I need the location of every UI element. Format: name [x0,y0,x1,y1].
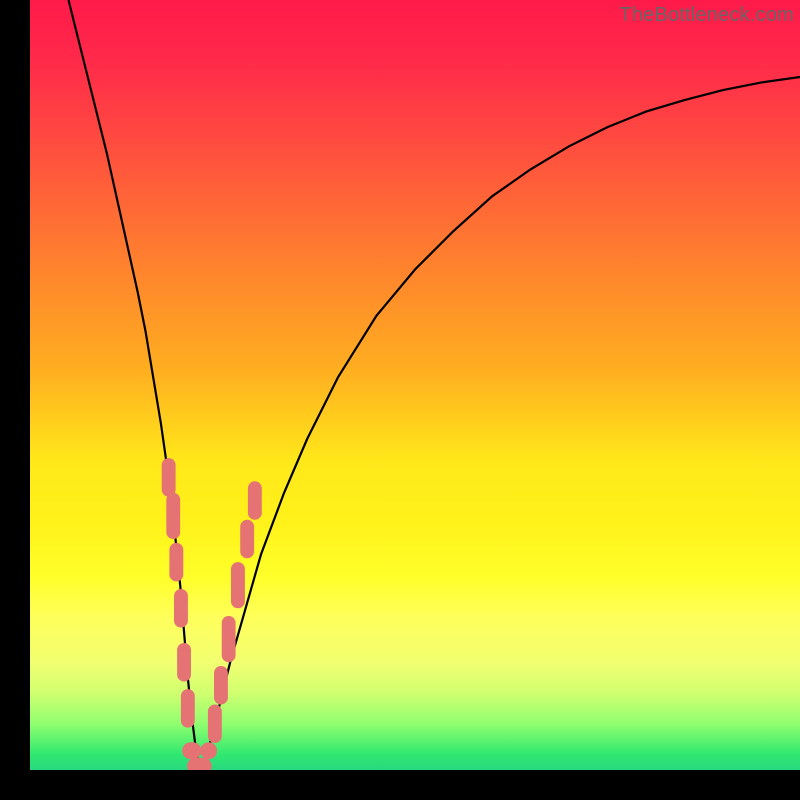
data-marker [222,616,236,662]
data-marker [231,562,245,608]
data-marker [169,543,183,582]
data-marker [182,742,201,759]
data-marker [248,481,262,520]
data-marker [181,689,195,728]
data-markers [162,458,262,770]
data-marker [166,493,180,539]
data-marker [200,742,217,759]
data-marker [174,589,188,628]
watermark-text: TheBottleneck.com [619,4,794,27]
data-marker [208,705,222,744]
data-marker [187,758,212,770]
chart-frame: TheBottleneck.com [0,0,800,800]
data-marker [240,520,254,559]
data-marker [177,643,191,682]
plot-area [30,0,800,770]
data-marker [214,666,228,705]
data-marker [162,458,176,497]
curve-layer [30,0,800,770]
